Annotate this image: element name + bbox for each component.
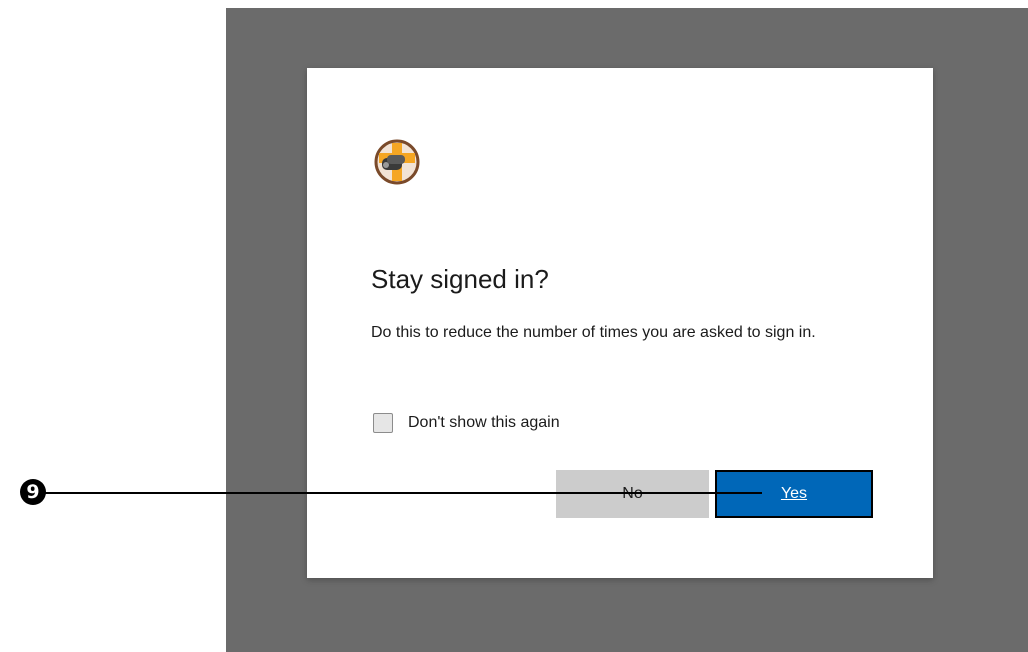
dont-show-again-checkbox[interactable]: Don't show this again: [373, 411, 560, 435]
checkbox-box[interactable]: [373, 413, 393, 433]
screen: Stay signed in? Do this to reduce the nu…: [0, 0, 1028, 652]
callout-line: [44, 492, 762, 494]
yes-button[interactable]: Yes: [715, 470, 873, 518]
callout-number-badge: 9: [20, 479, 46, 505]
stay-signed-in-dialog: Stay signed in? Do this to reduce the nu…: [307, 68, 933, 578]
dialog-description: Do this to reduce the number of times yo…: [371, 324, 816, 341]
dialog-title: Stay signed in?: [371, 264, 549, 294]
cross-shield-logo-icon: [373, 138, 421, 186]
no-button[interactable]: No: [556, 470, 709, 518]
checkbox-label[interactable]: Don't show this again: [408, 414, 560, 432]
